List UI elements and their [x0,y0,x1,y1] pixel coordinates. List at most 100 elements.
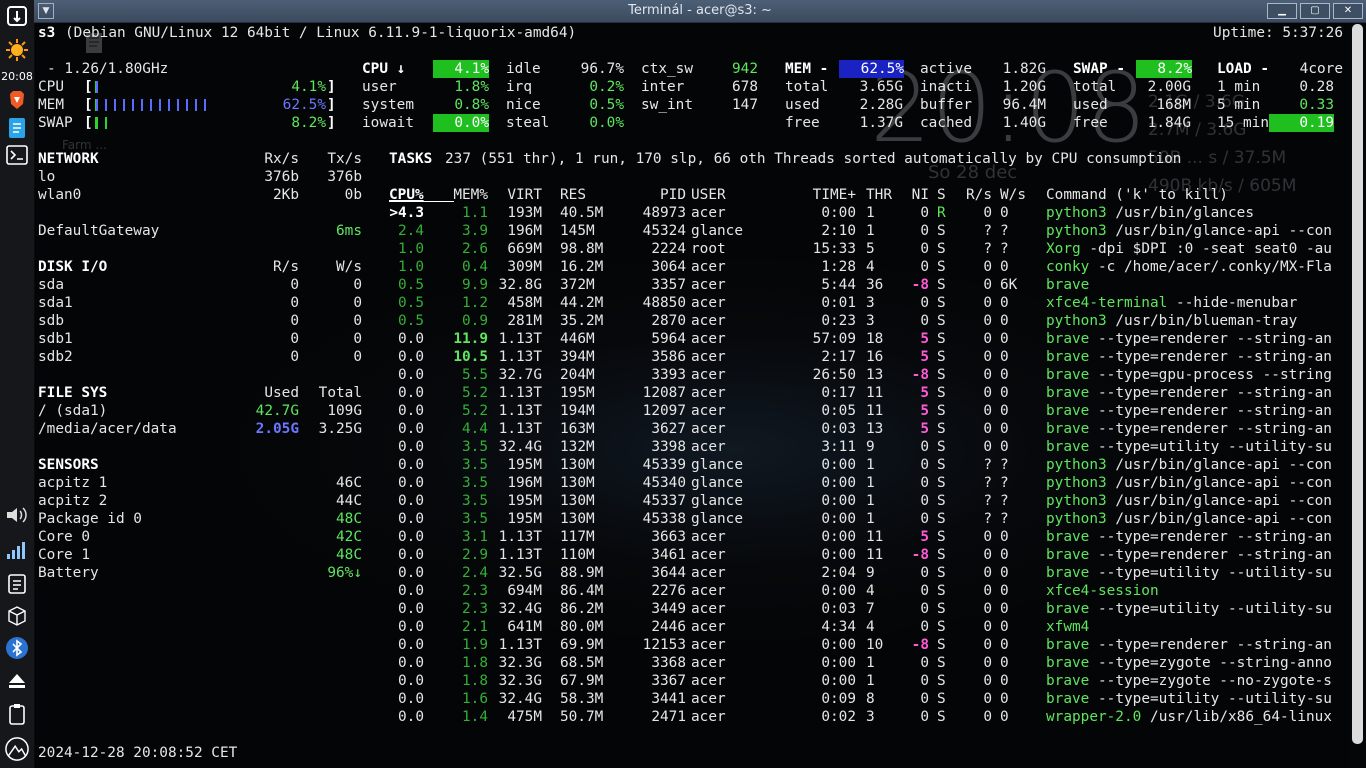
proc-time: 2:17 [821,349,856,365]
maximize-button[interactable]: ▢ [1300,3,1330,19]
ql-mem-bar [95,99,213,111]
network-signal-icon[interactable] [5,538,29,562]
proc-command-name: brave [1046,277,1090,293]
proc-read: 0 [983,349,992,365]
proc-virt: 1.13T [498,529,542,545]
proc-status: S [937,259,946,275]
proc-cpu: 0.0 [398,619,424,635]
panel-clock[interactable]: 20:08 [0,70,34,83]
diskio-w-header: W/s [336,259,362,275]
proc-ni: 0 [920,205,929,221]
proc-write: 0 [1000,295,1009,311]
swap-title: SWAP - [1073,61,1125,77]
proc-ni: 5 [920,529,929,545]
applications-menu-icon[interactable] [5,4,29,28]
window-titlebar[interactable]: ▼ Terminál - acer@s3: ~ ▁ ▢ ✕ [34,0,1366,23]
proc-mem: 1.1 [462,205,488,221]
proc-user: acer [691,367,726,383]
proc-status: S [937,637,946,653]
proc-cpu: 0.0 [398,385,424,401]
proc-user: acer [691,637,726,653]
filesys-used: 2.05G [255,421,299,437]
proc-cpu: 0.0 [398,439,424,455]
proc-user: acer [691,583,726,599]
proc-pid: 3586 [651,349,686,365]
proc-cpu: 0.0 [398,421,424,437]
proc-user: glance [691,457,743,473]
proc-virt: 641M [507,619,542,635]
proc-command-name: python3 [1046,205,1107,221]
file-manager-icon[interactable] [5,116,29,140]
mem-buffer-label: buffer [920,97,972,113]
mem-active-label: active [920,61,972,77]
sensor-value: 96%↓ [327,565,362,581]
proc-command-args: --type=zygote --no-zygote-s [1098,673,1332,689]
proc-command-args: /usr/bin/glance-api --con [1115,223,1332,239]
cpu-inter-label: inter [641,79,685,95]
filesys-total: 3.25G [318,421,362,437]
mem-free-value: 1.37G [859,115,903,131]
proc-thr: 1 [866,493,875,509]
proc-command-name: python3 [1046,511,1107,527]
proc-time: 26:50 [812,367,856,383]
proc-command-name: python3 [1046,457,1107,473]
proc-command-args: --type=renderer --string-an [1098,403,1332,419]
proc-command-args: -dpi $DPI :0 -seat seat0 -au [1089,241,1332,257]
proc-read: 0 [983,583,992,599]
swap-total-label: total [1073,79,1117,95]
brave-browser-icon[interactable] [5,88,29,112]
terminal-icon[interactable] [5,143,29,167]
proc-ni: 5 [920,331,929,347]
proc-command-args: --type=renderer --string-an [1098,331,1332,347]
proc-res: 163M [560,421,595,437]
proc-command-name: python3 [1046,313,1107,329]
mx-logo-icon[interactable] [5,737,29,761]
proc-virt: 1.13T [498,421,542,437]
proc-command-args: --type=renderer --string-an [1098,529,1332,545]
proc-pid: 3398 [651,439,686,455]
sensor-name: acpitz 1 [38,475,108,491]
proc-thr: 16 [866,349,884,365]
proc-thr: 18 [866,331,884,347]
col-header-user: USER [691,187,726,203]
proc-command-args: --type=renderer --string-an [1098,547,1332,563]
proc-ni: 0 [920,511,929,527]
proc-thr: 1 [866,223,875,239]
terminal-content[interactable]: s3 (Debian GNU/Linux 12 64bit / Linux 6.… [34,22,1350,768]
eject-icon[interactable] [5,669,29,693]
mem-cached-label: cached [920,115,972,131]
bluetooth-icon[interactable] [5,636,29,660]
proc-status: S [937,457,946,473]
proc-user: acer [691,259,726,275]
minimize-button[interactable]: ▁ [1267,3,1297,19]
proc-res: 80.0M [560,619,604,635]
proc-mem: 3.1 [462,529,488,545]
proc-time: 0:00 [821,493,856,509]
sensor-name: Core 1 [38,547,90,563]
proc-user: acer [691,529,726,545]
proc-command-name: brave [1046,637,1090,653]
mem-total-label: total [785,79,829,95]
proc-status: S [937,313,946,329]
proc-virt: 1.13T [498,403,542,419]
proc-user: glance [691,223,743,239]
proc-write: 0 [1000,529,1009,545]
proc-thr: 1 [866,205,875,221]
proc-command-name: brave [1046,547,1090,563]
clipboard-icon[interactable] [5,571,29,595]
network-iface-name: wlan0 [38,187,82,203]
proc-virt: 32.7G [498,367,542,383]
weather-sun-icon[interactable] [5,38,29,62]
proc-read: ? [983,457,992,473]
close-button[interactable]: ✕ [1333,3,1363,19]
proc-res: 44.2M [560,295,604,311]
clipboard-manager-icon[interactable] [5,702,29,726]
proc-thr: 36 [866,277,884,293]
proc-command-args: /usr/bin/glances [1115,205,1254,221]
volume-icon[interactable] [5,503,29,527]
proc-mem: 3.9 [462,223,488,239]
package-icon[interactable] [5,604,29,628]
disk-read: 0 [290,331,299,347]
proc-read: 0 [983,439,992,455]
terminal-scrollbar[interactable] [1352,24,1363,744]
